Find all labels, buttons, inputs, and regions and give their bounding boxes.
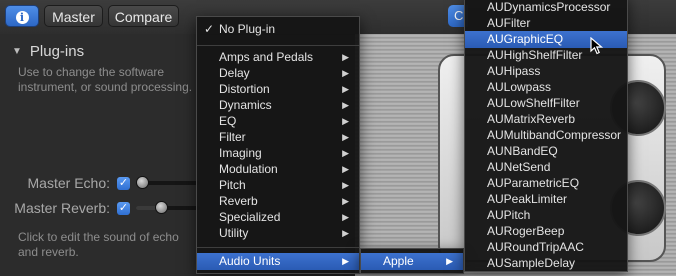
submenu-arrow-icon: ▶ [342,180,349,190]
menu-item-eq[interactable]: EQ ▶ [197,113,359,130]
menu-item-auparametriceq[interactable]: AUParametricEQ [465,175,627,192]
menu-item-label: AUParametricEQ [487,176,580,190]
menu-item-label: AUDynamicsProcessor [487,0,611,14]
menu-item-aunbandeq[interactable]: AUNBandEQ [465,143,627,160]
menu-item-filter[interactable]: Filter ▶ [197,129,359,146]
submenu-arrow-icon: ▶ [342,116,349,126]
menu-item-dynamics[interactable]: Dynamics ▶ [197,97,359,114]
master-echo-label: Master Echo: [27,175,110,191]
menu-item-auhipass[interactable]: AUHipass [465,63,627,80]
echo-reverb-hint: Click to edit the sound of echo and reve… [18,230,179,259]
menu-item-label: AUHighShelfFilter [487,48,583,62]
menu-item-label: AUSampleDelay [487,256,576,270]
menu-item-aufilter[interactable]: AUFilter [465,15,627,32]
checkmark-icon: ✓ [204,22,215,36]
menu-item-label: Imaging [219,146,262,160]
menu-item-label: AUMatrixReverb [487,112,576,126]
submenu-arrow-icon: ▶ [342,212,349,222]
menu-item-aumatrixreverb[interactable]: AUMatrixReverb [465,111,627,128]
submenu-arrow-icon: ▶ [342,164,349,174]
submenu-arrow-icon: ▶ [342,256,349,266]
submenu-arrow-icon: ▶ [342,68,349,78]
menu-item-label: Dynamics [219,98,272,112]
menu-item-label: Utility [219,226,249,240]
menu-item-reverb[interactable]: Reverb ▶ [197,193,359,210]
plugins-description: Use to change the software instrument, o… [18,65,193,94]
master-echo-checkbox[interactable]: ✓ [117,177,130,190]
menu-item-label: Apple [383,254,414,268]
menu-item-label: AUPitch [487,208,531,222]
menu-item-label: Specialized [219,210,281,224]
submenu-arrow-icon: ▶ [342,228,349,238]
menu-item-label: AULowpass [487,80,552,94]
menu-item-label: AUNetSend [487,160,551,174]
menu-item-aunetsend[interactable]: AUNetSend [465,159,627,176]
info-icon: i [15,10,29,24]
menu-item-imaging[interactable]: Imaging ▶ [197,145,359,162]
master-echo-slider-knob[interactable] [136,176,149,189]
menu-item-label: AUPeakLimiter [487,192,568,206]
info-button[interactable]: i [5,5,39,27]
disclosure-triangle-icon[interactable]: ▼ [12,46,22,57]
submenu-arrow-icon: ▶ [446,256,453,266]
menu-item-label: EQ [219,114,237,128]
menu-item-label: AULowShelfFilter [487,96,580,110]
menu-item-ausampledelay[interactable]: AUSampleDelay [465,255,627,272]
menu-item-aulowpass[interactable]: AULowpass [465,79,627,96]
menu-item-label: Distortion [219,82,270,96]
submenu-arrow-icon: ▶ [342,132,349,142]
menu-item-utility[interactable]: Utility ▶ [197,225,359,242]
menu-item-label: AUGraphicEQ [487,32,564,46]
menu-item-label: Delay [219,66,250,80]
plugins-panel: ▼ Plug-ins Use to change the software ins… [0,34,200,276]
menu-item-label: Pitch [219,178,246,192]
menu-item-amps-and-pedals[interactable]: Amps and Pedals ▶ [197,49,359,66]
submenu-arrow-icon: ▶ [342,100,349,110]
menu-separator [197,45,359,46]
plugins-title: Plug-ins [29,43,85,60]
menu-item-aumultibandcompressor[interactable]: AUMultibandCompressor [465,127,627,144]
master-button[interactable]: Master [44,5,103,27]
menu-item-label: AUHipass [487,64,541,78]
menu-item-audio-units[interactable]: Audio Units ▶ [197,253,359,270]
mouse-cursor-icon [590,37,604,55]
menu-item-delay[interactable]: Delay ▶ [197,65,359,82]
menu-item-aurogerbeep[interactable]: AURogerBeep [465,223,627,240]
master-reverb-label: Master Reverb: [14,200,110,216]
submenu-arrow-icon: ▶ [342,148,349,158]
menu-item-aupeaklimiter[interactable]: AUPeakLimiter [465,191,627,208]
menu-separator [197,247,359,248]
manufacturer-menu: Apple ▶ [360,248,464,274]
menu-item-label: AURoundTripAAC [487,240,584,254]
menu-item-specialized[interactable]: Specialized ▶ [197,209,359,226]
submenu-arrow-icon: ▶ [342,196,349,206]
menu-item-modulation[interactable]: Modulation ▶ [197,161,359,178]
menu-item-label: AUMultibandCompressor [487,128,622,142]
menu-item-label: Audio Units [219,254,281,268]
compare-button[interactable]: Compare [108,5,179,27]
menu-item-label: Filter [219,130,246,144]
menu-item-label: Modulation [219,162,278,176]
menu-item-label: AUNBandEQ [487,144,558,158]
menu-item-auroundtripaac[interactable]: AURoundTripAAC [465,239,627,256]
menu-item-label: Amps and Pedals [219,50,314,64]
menu-item-label: AUFilter [487,16,531,30]
plugin-category-menu: ✓ No Plug-in Amps and Pedals ▶ Delay ▶ Dis… [196,16,360,274]
menu-item-label: No Plug-in [219,22,276,36]
menu-item-label: AURogerBeep [487,224,565,238]
menu-item-distortion[interactable]: Distortion ▶ [197,81,359,98]
menu-item-pitch[interactable]: Pitch ▶ [197,177,359,194]
master-reverb-checkbox[interactable]: ✓ [117,202,130,215]
plugins-header[interactable]: ▼ Plug-ins [12,43,84,60]
menu-item-aupitch[interactable]: AUPitch [465,207,627,224]
master-reverb-slider-knob[interactable] [155,201,168,214]
submenu-arrow-icon: ▶ [342,52,349,62]
menu-item-audynamicsprocessor[interactable]: AUDynamicsProcessor [465,0,627,16]
submenu-arrow-icon: ▶ [342,84,349,94]
menu-item-apple[interactable]: Apple ▶ [361,253,463,270]
menu-item-no-plugin[interactable]: ✓ No Plug-in [197,21,359,38]
menu-item-aulowshelffilter[interactable]: AULowShelfFilter [465,95,627,112]
menu-item-label: Reverb [219,194,258,208]
